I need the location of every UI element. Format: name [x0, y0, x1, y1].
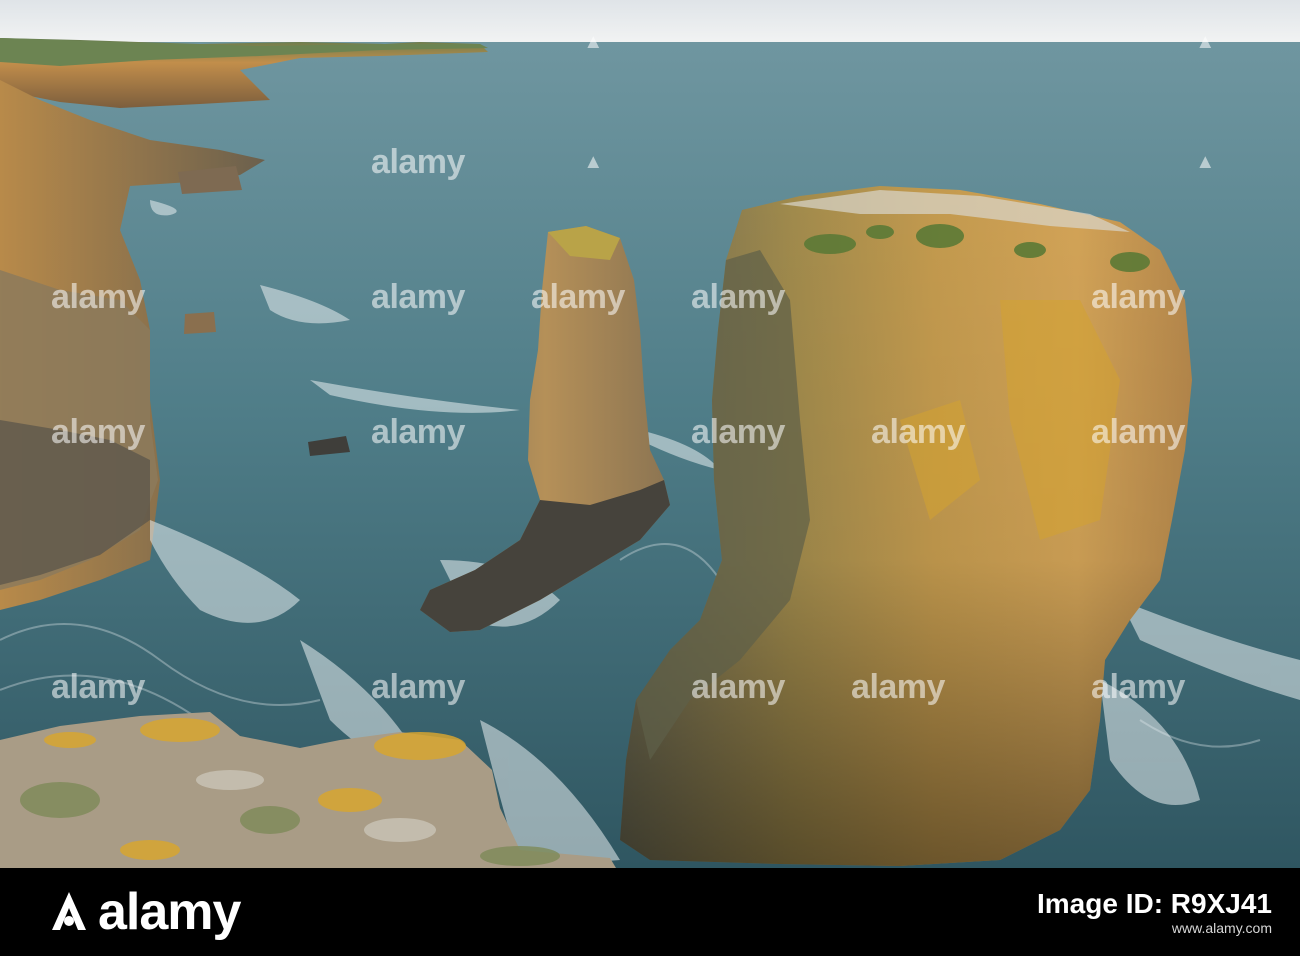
image-metadata: Image ID: R9XJ41 www.alamy.com — [1037, 888, 1272, 936]
site-url: www.alamy.com — [1171, 920, 1272, 936]
brand-logo: alamy — [50, 882, 241, 942]
stock-photo-frame: alamy alamy alamy alamy alamy alamy alamy alamy… — [0, 0, 1300, 956]
stock-photo-footer: alamy Image ID: R9XJ41 www.alamy.com — [0, 868, 1300, 956]
coastal-sea-stack-photo — [0, 0, 1300, 868]
brand-name: alamy — [98, 883, 241, 941]
image-id: Image ID: R9XJ41 — [1037, 888, 1272, 919]
alamy-logo-icon — [52, 892, 86, 930]
